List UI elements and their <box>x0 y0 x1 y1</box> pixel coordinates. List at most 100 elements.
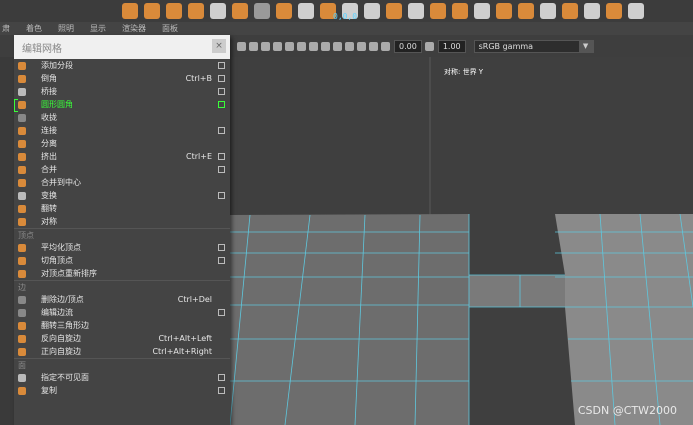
menu-item[interactable]: 正向自旋边 Ctrl+Alt+Right <box>14 345 230 358</box>
shelf-tool-c-icon[interactable] <box>452 3 468 19</box>
menu-item-shortcut: Ctrl+Alt+Left <box>158 334 212 343</box>
menu-item-icon <box>18 243 26 252</box>
textured-icon[interactable] <box>261 41 270 51</box>
menu-lighting[interactable]: 照明 <box>58 23 74 34</box>
menu-item[interactable]: 分离 <box>14 137 230 150</box>
color-space-dropdown[interactable]: sRGB gamma ▼ <box>473 39 594 53</box>
menu-item[interactable]: 翻转 <box>14 202 230 215</box>
option-box-icon[interactable] <box>218 166 225 173</box>
option-box-icon[interactable] <box>218 88 225 95</box>
poly-smooth-icon[interactable] <box>276 3 292 19</box>
option-box-icon[interactable] <box>218 101 225 108</box>
menu-title-bar[interactable]: 编辑网格 × <box>14 35 230 59</box>
menu-item[interactable]: 反向自旋边 Ctrl+Alt+Left <box>14 332 230 345</box>
option-box-icon[interactable] <box>218 374 225 381</box>
poly-cylinder-icon[interactable] <box>144 3 160 19</box>
option-box-icon[interactable] <box>218 153 225 160</box>
menu-shading[interactable]: 着色 <box>26 23 42 34</box>
menu-item-icon <box>18 100 26 109</box>
freeze-transform-icon[interactable] <box>364 3 380 19</box>
menu-item[interactable]: 合并 <box>14 163 230 176</box>
smooth-shade-icon[interactable] <box>249 41 258 51</box>
menu-view[interactable]: 肃 <box>2 23 10 34</box>
menu-renderer[interactable]: 渲染器 <box>122 23 146 34</box>
menu-item[interactable]: 对称 <box>14 215 230 228</box>
poly-bevel-icon[interactable] <box>188 3 204 19</box>
pivot-icon[interactable] <box>298 3 314 19</box>
option-box-icon[interactable] <box>218 257 225 264</box>
menu-item-shortcut: Ctrl+Alt+Right <box>152 347 212 356</box>
menu-item[interactable]: 合并到中心 <box>14 176 230 189</box>
option-box-icon[interactable] <box>218 192 225 199</box>
poly-bridge-icon[interactable] <box>232 3 248 19</box>
gamma-icon[interactable] <box>424 41 434 51</box>
menu-item-label: 翻转 <box>41 204 57 213</box>
exposure-field[interactable]: 0.00 <box>394 39 422 53</box>
menu-section-header: 顶点 <box>14 228 230 241</box>
menu-item[interactable]: 删除边/顶点 Ctrl+Del <box>14 293 230 306</box>
menu-section-header: 面 <box>14 358 230 371</box>
xray-active-icon[interactable] <box>369 41 378 51</box>
menu-item[interactable]: 圆形圆角 <box>14 98 230 112</box>
poly-extrude-icon[interactable] <box>166 3 182 19</box>
menu-item[interactable]: 桥接 <box>14 85 230 98</box>
option-box-icon[interactable] <box>218 309 225 316</box>
menu-item-icon <box>18 347 26 356</box>
menu-show[interactable]: 显示 <box>90 23 106 34</box>
motion-blur-icon[interactable] <box>309 41 318 51</box>
watermark: CSDN @CTW2000 <box>577 404 677 417</box>
option-box-icon[interactable] <box>218 387 225 394</box>
menu-section-header: 边 <box>14 280 230 293</box>
xray-joints-icon[interactable] <box>357 41 366 51</box>
gamma-field[interactable]: 1.00 <box>437 39 466 53</box>
menu-item[interactable]: 变换 <box>14 189 230 202</box>
menu-item[interactable]: 切角顶点 <box>14 254 230 267</box>
shelf-tool-k-icon[interactable] <box>628 3 644 19</box>
close-icon[interactable]: × <box>212 39 226 53</box>
menu-item[interactable]: 添加分段 <box>14 59 230 72</box>
shelf-tool-a-icon[interactable] <box>408 3 424 19</box>
exposure-icon[interactable] <box>381 41 390 51</box>
uv-icon[interactable] <box>386 3 402 19</box>
menu-item[interactable]: 对顶点重新排序 <box>14 267 230 280</box>
shelf-tool-g-icon[interactable] <box>540 3 556 19</box>
shelf-tool-b-icon[interactable] <box>430 3 446 19</box>
shelf-tool-i-icon[interactable] <box>584 3 600 19</box>
shelf-tool-f-icon[interactable] <box>518 3 534 19</box>
option-box-icon[interactable] <box>218 244 225 251</box>
menu-item[interactable]: 平均化顶点 <box>14 241 230 254</box>
menu-item-icon <box>18 191 26 200</box>
shelf-tool-e-icon[interactable] <box>496 3 512 19</box>
shelf-tool-j-icon[interactable] <box>606 3 622 19</box>
menu-item[interactable]: 倒角 Ctrl+B <box>14 72 230 85</box>
option-box-icon[interactable] <box>218 127 225 134</box>
menu-item-icon <box>18 204 26 213</box>
menu-item-icon <box>18 217 26 226</box>
menu-item[interactable]: 连接 <box>14 124 230 137</box>
poly-cube-icon[interactable] <box>122 3 138 19</box>
shelf-tool-d-icon[interactable] <box>474 3 490 19</box>
option-box-icon[interactable] <box>218 62 225 69</box>
color-space-value: sRGB gamma <box>478 41 534 51</box>
poly-combine-icon[interactable] <box>210 3 226 19</box>
menu-panels[interactable]: 面板 <box>162 23 178 34</box>
ambient-occlusion-icon[interactable] <box>297 41 306 51</box>
menu-item[interactable]: 编辑边流 <box>14 306 230 319</box>
wireframe-icon[interactable] <box>237 41 246 51</box>
menu-item[interactable]: 指定不可见面 <box>14 371 230 384</box>
lights-icon[interactable] <box>273 41 282 51</box>
menu-item-label: 收拢 <box>41 113 57 122</box>
option-box-icon[interactable] <box>218 75 225 82</box>
menu-item-shortcut: Ctrl+E <box>186 152 212 161</box>
shelf-tool-h-icon[interactable] <box>562 3 578 19</box>
menu-item[interactable]: 翻转三角形边 <box>14 319 230 332</box>
menu-item[interactable]: 复制 <box>14 384 230 397</box>
isolate-select-icon[interactable] <box>333 41 342 51</box>
xray-icon[interactable] <box>345 41 354 51</box>
menu-item[interactable]: 收拢 <box>14 111 230 124</box>
shadows-icon[interactable] <box>285 41 294 51</box>
menu-item[interactable]: 挤出 Ctrl+E <box>14 150 230 163</box>
poly-sphere-icon[interactable] <box>254 3 270 19</box>
anti-alias-icon[interactable] <box>321 41 330 51</box>
menu-item-label: 添加分段 <box>41 61 73 70</box>
